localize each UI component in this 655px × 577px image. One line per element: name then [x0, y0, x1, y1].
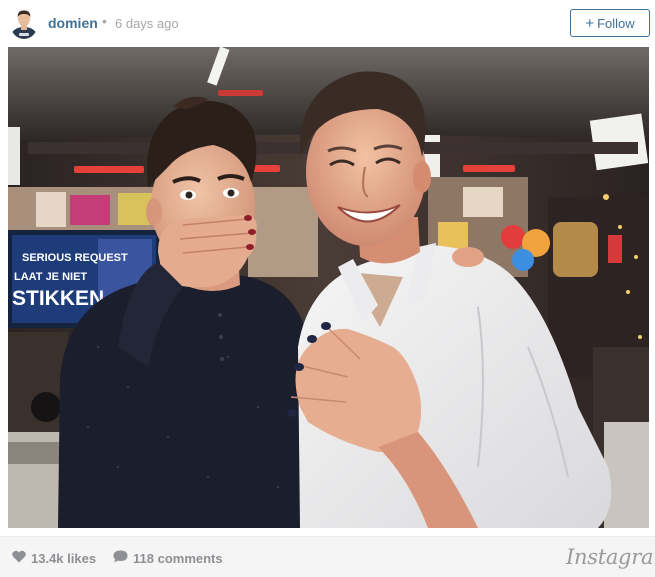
instagram-embed-card: domien • 6 days ago + Follow SERIOUS REQ… [0, 0, 655, 577]
comments-count[interactable]: 118 comments [113, 550, 223, 566]
tv-banner-top: SERIOUS REQUEST [22, 252, 128, 264]
avatar[interactable] [10, 7, 38, 39]
follow-label: Follow [597, 15, 635, 31]
separator-dot: • [102, 13, 107, 29]
photo-illustration: SERIOUS REQUEST LAAT JE NIET STIKKEN [8, 47, 649, 528]
comments-label: 118 comments [133, 550, 223, 566]
heart-icon [12, 550, 26, 566]
tv-banner-line1: LAAT JE NIET [14, 271, 87, 283]
plus-icon: + [585, 14, 595, 32]
post-photo[interactable]: SERIOUS REQUEST LAAT JE NIET STIKKEN [8, 47, 649, 528]
likes-label: 13.4k likes [31, 550, 97, 566]
post-header: domien • 6 days ago + Follow [0, 0, 655, 47]
post-timestamp[interactable]: 6 days ago [115, 16, 179, 31]
username-link[interactable]: domien [48, 15, 98, 31]
post-footer: 13.4k likes 118 comments Instagram [0, 536, 655, 577]
instagram-logo[interactable]: Instagram [566, 545, 655, 569]
follow-button[interactable]: + Follow [570, 9, 650, 37]
comment-bubble-icon [113, 550, 128, 566]
tv-banner-line2: STIKKEN [12, 287, 104, 310]
likes-count[interactable]: 13.4k likes [12, 550, 96, 566]
